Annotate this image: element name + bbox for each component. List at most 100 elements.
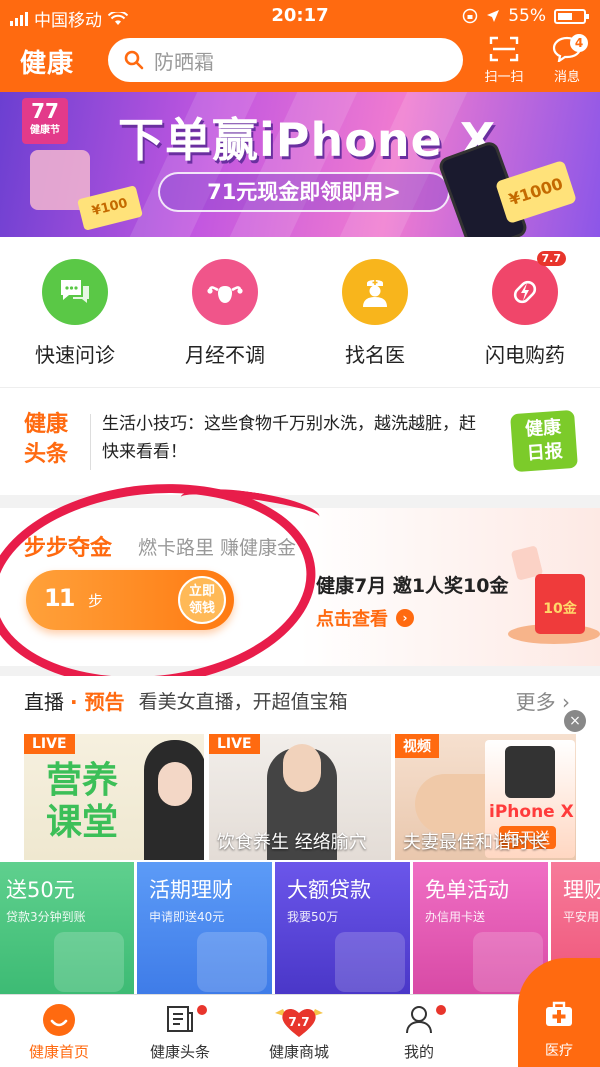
finance-subtitle: 申请即送40元 bbox=[149, 910, 225, 924]
chat-icon bbox=[42, 259, 108, 325]
search-placeholder: 防晒霜 bbox=[154, 49, 214, 74]
big-line1: 营养 bbox=[46, 760, 119, 801]
daily-line2: 日报 bbox=[526, 440, 564, 465]
banner-title: 下单赢iPhone X bbox=[118, 113, 497, 167]
claim-line1: 立即 bbox=[188, 584, 215, 599]
quick-action-menstrual[interactable]: 月经不调 bbox=[160, 259, 290, 368]
headline-logo-line2: 头条 bbox=[24, 442, 69, 467]
doctor-icon bbox=[342, 259, 408, 325]
close-icon[interactable]: × bbox=[564, 710, 586, 732]
video-card[interactable]: iPhone X 每天送 视频 夫妻最佳和谐时长 bbox=[395, 734, 576, 860]
arrow-right-icon: › bbox=[396, 609, 414, 627]
festival-text: 健康节 bbox=[30, 125, 60, 136]
finance-title: 活期理财 bbox=[149, 878, 233, 902]
banner-cta[interactable]: 71元现金即领即用> bbox=[158, 172, 450, 212]
money-bag-icon bbox=[197, 932, 267, 992]
messages-button[interactable]: 4 消息 bbox=[542, 34, 592, 85]
step-gold-subtitle: 燃卡路里 赚健康金 bbox=[138, 537, 297, 559]
tab-home[interactable]: 健康首页 bbox=[4, 995, 114, 1067]
check-link[interactable]: 点击查看 › bbox=[316, 605, 414, 631]
festival-logo: 77 健康节 bbox=[22, 98, 68, 144]
newspaper-icon bbox=[167, 1006, 193, 1032]
ad-title: iPhone X bbox=[489, 802, 574, 822]
medical-kit-icon bbox=[546, 1001, 572, 1026]
tab-clinic[interactable]: 医疗 bbox=[518, 958, 600, 1067]
red-packet-icon: 10金 bbox=[535, 574, 585, 634]
headline-text: 生活小技巧：这些食物千万别水洗，越洗越脏，赶快来看看！ bbox=[102, 414, 476, 462]
finance-card[interactable]: 活期理财 申请即送40元 bbox=[137, 862, 272, 994]
finance-title: 大额贷款 bbox=[287, 878, 371, 902]
finance-card[interactable]: 大额贷款 我要50万 bbox=[275, 862, 410, 994]
live-badge: LIVE bbox=[209, 734, 260, 754]
mall-badge-text: 7.7 bbox=[288, 1015, 309, 1029]
search-input[interactable]: 防晒霜 bbox=[108, 38, 463, 82]
finance-subtitle: 我要50万 bbox=[287, 910, 339, 924]
host-photo bbox=[144, 740, 204, 860]
quick-action-fast-medicine[interactable]: 7.7 闪电购药 bbox=[460, 251, 590, 368]
headline-logo-line1: 健康 bbox=[24, 412, 69, 437]
big-line2: 课堂 bbox=[46, 802, 119, 843]
quick-action-label: 月经不调 bbox=[185, 343, 265, 367]
video-badge: 视频 bbox=[395, 734, 439, 758]
finance-subtitle: 贷款3分钟到账 bbox=[6, 910, 86, 924]
check-label: 点击查看 bbox=[316, 609, 388, 630]
yuan-icon bbox=[335, 932, 405, 992]
live-card[interactable]: LIVE 饮食养生 经络腧穴 bbox=[209, 734, 391, 860]
quick-action-consult[interactable]: 快速问诊 bbox=[10, 259, 140, 368]
bottom-tab-bar: 健康首页 健康头条 7.7 健康商城 我的 bbox=[0, 994, 600, 1067]
card-caption: 夫妻最佳和谐时长 bbox=[403, 832, 547, 853]
promo-banner[interactable]: ¥100 77 健康节 下单赢iPhone X 71元现金即领即用> ¥1000 bbox=[0, 92, 600, 237]
scan-button[interactable]: 扫一扫 bbox=[479, 36, 529, 85]
finance-subtitle: 平安用 bbox=[563, 910, 600, 924]
more-link[interactable]: 更多 › bbox=[516, 686, 570, 715]
tab-mine[interactable]: 我的 bbox=[364, 995, 474, 1067]
divider bbox=[90, 414, 91, 470]
headline-logo: 健康 头条 bbox=[24, 410, 80, 470]
step-unit: 步 bbox=[88, 592, 104, 610]
quick-action-label: 快速问诊 bbox=[35, 343, 115, 367]
tab-label: 健康头条 bbox=[149, 1043, 210, 1061]
tab-news[interactable]: 健康头条 bbox=[125, 995, 235, 1067]
live-header: 直播 · 预告 看美女直播，开超值宝箱 bbox=[24, 686, 348, 715]
battery-icon bbox=[554, 8, 589, 24]
quick-action-label: 找名医 bbox=[345, 343, 405, 367]
finance-card[interactable]: 送50元 贷款3分钟到账 bbox=[0, 862, 134, 994]
finance-title: 理财 bbox=[563, 878, 600, 902]
heart-badge-icon: 7.7 bbox=[275, 1008, 323, 1037]
search-icon bbox=[124, 50, 144, 70]
finance-card[interactable]: 免单活动 办信用卡送 bbox=[413, 862, 548, 994]
phone-image bbox=[505, 746, 555, 798]
scan-label: 扫一扫 bbox=[484, 70, 524, 85]
notification-dot bbox=[197, 1005, 207, 1015]
location-icon bbox=[487, 10, 500, 22]
tab-label: 健康商城 bbox=[268, 1043, 329, 1061]
coupon-right: ¥1000 bbox=[494, 159, 578, 225]
preview-text: 预告 bbox=[84, 690, 125, 714]
finance-subtitle: 办信用卡送 bbox=[425, 910, 486, 924]
promo-tag: 7.7 bbox=[536, 251, 566, 266]
tab-mall[interactable]: 7.7 健康商城 bbox=[244, 995, 354, 1067]
claim-money-button[interactable]: 立即 领钱 bbox=[178, 576, 226, 624]
live-description: 看美女直播，开超值宝箱 bbox=[138, 691, 348, 713]
card-big-text: 营养 课堂 bbox=[46, 760, 118, 844]
uterus-icon bbox=[192, 259, 258, 325]
rotation-lock-icon bbox=[462, 8, 478, 24]
festival-number: 77 bbox=[31, 99, 59, 123]
live-badge: LIVE bbox=[24, 734, 75, 754]
live-card[interactable]: 营养 课堂 LIVE bbox=[24, 734, 204, 860]
invite-text[interactable]: 健康7月 邀1人奖10金 bbox=[316, 571, 509, 598]
step-gold-title: 步步夺金 bbox=[24, 536, 113, 561]
daily-report-badge[interactable]: 健康 日报 bbox=[510, 409, 578, 473]
more-label: 更多 bbox=[515, 690, 556, 714]
step-counter-button[interactable]: 11 步 立即 领钱 bbox=[26, 570, 234, 630]
smile-icon bbox=[43, 1004, 75, 1036]
health-headline[interactable]: 健康 头条 生活小技巧：这些食物千万别水洗，越洗越脏，赶快来看看！ 健康 日报 bbox=[0, 387, 600, 495]
finance-title: 免单活动 bbox=[425, 878, 509, 902]
scan-icon bbox=[489, 36, 519, 62]
app-header: 中国移动 20:17 55% 健康 防晒霜 扫一扫 4 消息 bbox=[0, 0, 600, 92]
live-preview-label: · 预告 bbox=[70, 690, 125, 714]
app-screen: 中国移动 20:17 55% 健康 防晒霜 扫一扫 4 消息 ¥100 77 健… bbox=[0, 0, 600, 1067]
quick-action-find-doctor[interactable]: 找名医 bbox=[310, 259, 440, 368]
battery-percent: 55% bbox=[508, 6, 546, 26]
tab-label: 医疗 bbox=[545, 1043, 573, 1059]
